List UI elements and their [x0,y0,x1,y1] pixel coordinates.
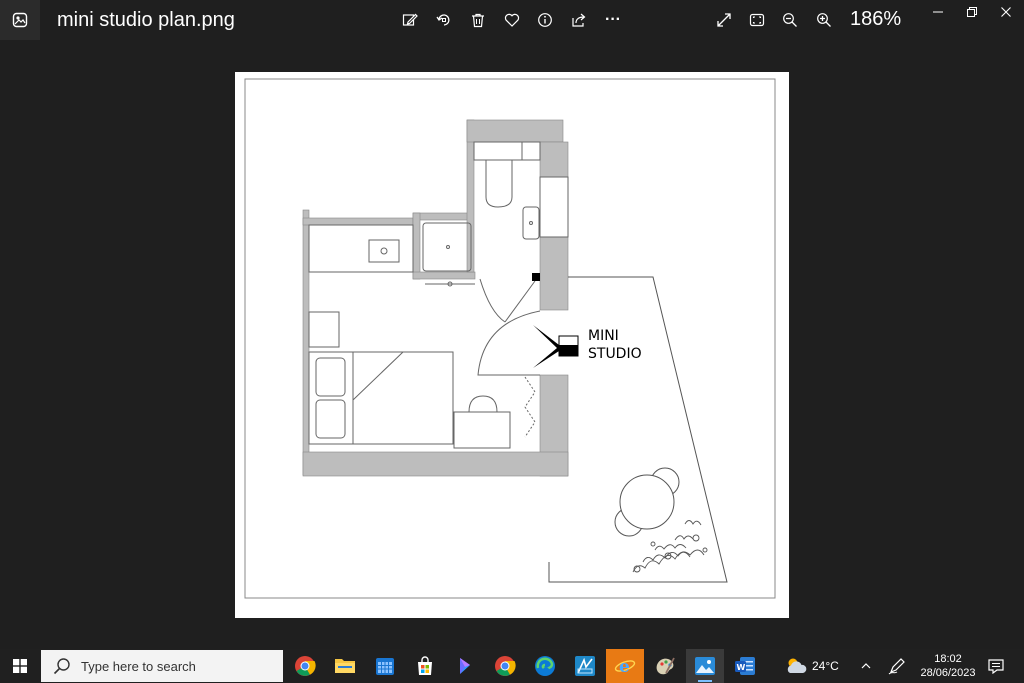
fullscreen-icon[interactable] [714,10,734,30]
entrance-arrow-icon [533,325,579,368]
search-icon [53,658,70,675]
weather-temperature[interactable]: 24°C [812,659,839,673]
word-icon[interactable]: W [726,649,764,683]
minimize-icon[interactable] [926,4,950,20]
edit-icon[interactable] [400,10,420,30]
chevron-up-icon[interactable] [860,659,872,677]
info-icon[interactable] [535,10,555,30]
floor-plan: MINI STUDIO [244,78,776,599]
chrome-icon[interactable] [286,649,324,683]
image-canvas[interactable]: MINI STUDIO [235,72,789,618]
zoom-level[interactable]: 186% [850,8,901,31]
plan-label-line1: MINI [588,328,619,344]
edge-icon[interactable] [526,649,564,683]
search-placeholder: Type here to search [81,659,196,674]
terrace [548,276,728,583]
clock[interactable]: 18:02 28/06/2023 [918,652,978,680]
favorite-icon[interactable] [502,10,522,30]
pen-icon[interactable] [888,657,906,680]
weather-icon[interactable] [784,656,808,681]
file-explorer-icon[interactable] [326,649,364,683]
photos-app-icon[interactable] [0,0,40,40]
paint-icon[interactable] [566,649,604,683]
copilot-icon[interactable] [446,649,484,683]
taskbar: Type here to search e W 24°C 18:02 28/06… [0,649,1024,683]
svg-text:W: W [737,663,746,672]
restore-icon[interactable] [960,4,984,20]
zoom-out-icon[interactable] [780,10,800,30]
delete-icon[interactable] [468,10,488,30]
fit-icon[interactable] [747,10,767,30]
terrace-furniture [614,467,680,537]
close-icon[interactable] [994,4,1018,20]
window-title: mini studio plan.png [57,9,235,31]
notification-icon[interactable] [988,658,1004,679]
search-box[interactable]: Type here to search [41,650,283,682]
calendar-icon[interactable] [366,649,404,683]
photos-icon[interactable] [686,649,724,683]
furniture [308,311,536,449]
zoom-in-icon[interactable] [814,10,834,30]
share-icon[interactable] [569,10,589,30]
paint-tool-icon[interactable] [646,649,684,683]
rotate-icon[interactable] [434,10,454,30]
clock-date: 28/06/2023 [920,667,976,679]
clock-time: 18:02 [934,653,962,665]
plan-label-line2: STUDIO [588,346,642,362]
store-icon[interactable] [406,649,444,683]
walls [302,119,569,477]
chrome-icon-2[interactable] [486,649,524,683]
svg-text:e: e [619,657,630,677]
more-icon[interactable]: ··· [603,10,623,30]
start-button[interactable] [0,649,40,683]
title-bar: mini studio plan.png ··· 186% [0,0,1024,40]
internet-explorer-icon[interactable]: e [606,649,644,683]
